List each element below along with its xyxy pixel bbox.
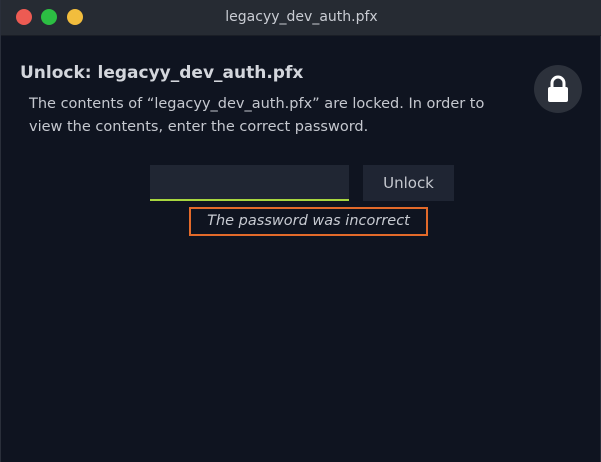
lock-icon-graphic [548, 75, 568, 102]
dialog-heading: Unlock: legacyy_dev_auth.pfx [20, 63, 304, 83]
dialog-message: The contents of “legacyy_dev_auth.pfx” a… [29, 96, 485, 135]
unlock-window: legacyy_dev_auth.pfx Unlock: legacyy_dev… [0, 0, 601, 462]
lock-icon [534, 65, 582, 113]
unlock-button[interactable]: Unlock [363, 165, 454, 201]
title-bar[interactable]: legacyy_dev_auth.pfx [1, 0, 601, 36]
password-input[interactable] [150, 165, 349, 201]
password-error-message: The password was incorrect [189, 207, 428, 236]
window-title: legacyy_dev_auth.pfx [225, 9, 378, 25]
